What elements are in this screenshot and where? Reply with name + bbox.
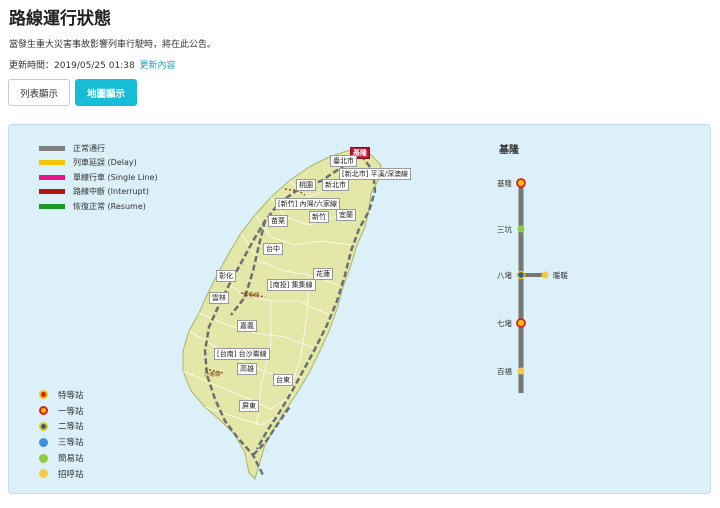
station-marker-badu[interactable]	[516, 270, 526, 280]
legend-swatch-delay	[39, 160, 65, 166]
station-label-keelung[interactable]: 基隆	[497, 178, 512, 189]
status-legend: 正常通行 列車延誤 (Delay) 單線行車 (Single Line) 路線中…	[39, 141, 158, 214]
station-dot-third-icon	[39, 437, 48, 447]
station-marker-qidu[interactable]	[516, 318, 526, 328]
legend-single-line: 單線行車 (Single Line)	[39, 170, 158, 185]
station-class-label: 招呼站	[58, 469, 84, 480]
legend-label: 恢復正常 (Resume)	[73, 201, 146, 211]
map-label-nantou[interactable]: [南投] 集集線	[267, 279, 316, 291]
map-view-button[interactable]: 地圖顯示	[75, 79, 137, 106]
station-dot-special-icon	[39, 390, 48, 400]
station-class-second: 二等站	[39, 419, 84, 435]
map-label-changhua[interactable]: 彰化	[216, 270, 236, 282]
legend-label: 路線中斷 (Interrupt)	[73, 187, 149, 197]
map-panel: 基隆 臺北市 [新北市] 平溪/深澳線 桃園 新北市 [新竹] 內灣/六家線 新…	[8, 124, 711, 494]
station-marker-baifu[interactable]	[517, 367, 525, 375]
update-time-text: 更新時間：2019/05/25 01:38	[9, 61, 135, 71]
station-label-baifu[interactable]: 百福	[497, 366, 512, 377]
update-content-link[interactable]: 更新內容	[140, 61, 176, 71]
legend-swatch-interrupt	[39, 189, 65, 195]
station-dot-flag-icon	[39, 469, 48, 479]
map-label-chiayi[interactable]: 嘉義	[237, 320, 257, 332]
map-label-kaohsiung[interactable]: 高雄	[237, 363, 257, 375]
station-marker-keelung[interactable]	[516, 178, 526, 188]
legend-swatch-normal	[39, 145, 65, 151]
map-label-jiji: 集集線	[243, 293, 260, 299]
map-label-tainan[interactable]: [台南] 台沙崙線	[214, 348, 270, 360]
page-title: 路線運行狀態	[9, 9, 111, 29]
station-class-label: 簡易站	[58, 454, 84, 465]
legend-resume: 恢復正常 (Resume)	[39, 199, 158, 214]
station-label-sankeng[interactable]: 三坑	[497, 224, 512, 235]
legend-interrupt: 路線中斷 (Interrupt)	[39, 185, 158, 200]
station-class-third: 三等站	[39, 434, 84, 450]
station-label-qidu[interactable]: 七堵	[497, 318, 512, 329]
map-label-newtaipei[interactable]: 新北市	[322, 179, 349, 191]
station-class-first: 一等站	[39, 403, 84, 419]
station-marker-nuannuan[interactable]	[541, 271, 549, 279]
station-class-special: 特等站	[39, 387, 84, 403]
station-class-label: 三等站	[58, 438, 84, 449]
legend-normal: 正常通行	[39, 141, 158, 156]
map-label-hsinchu-branch[interactable]: [新竹] 內灣/六家線	[275, 198, 341, 210]
map-label-taipei[interactable]: 臺北市	[330, 155, 357, 167]
map-label-shalun: 沙崙線	[204, 372, 221, 378]
map-label-hualien[interactable]: 花蓮	[313, 268, 333, 280]
station-label-badu[interactable]: 八堵	[497, 270, 512, 281]
station-class-label: 特等站	[58, 390, 84, 401]
legend-delay: 列車延誤 (Delay)	[39, 156, 158, 171]
legend-label: 正常通行	[73, 143, 105, 153]
map-label-yunlin[interactable]: 雲林	[209, 292, 229, 304]
legend-label: 列車延誤 (Delay)	[73, 158, 137, 168]
map-label-newtaipei-branch[interactable]: [新北市] 平溪/深澳線	[339, 168, 412, 180]
map-label-miaoli[interactable]: 苗栗	[268, 215, 288, 227]
line-detail-title: 基隆	[499, 145, 519, 156]
station-marker-sankeng[interactable]	[517, 225, 525, 233]
station-class-label: 一等站	[58, 406, 84, 417]
list-view-button[interactable]: 列表顯示	[8, 79, 70, 106]
legend-swatch-resume	[39, 203, 65, 209]
map-label-taichung[interactable]: 台中	[263, 243, 283, 255]
map-label-taoyuan[interactable]: 桃園	[296, 179, 316, 191]
station-class-flag: 招呼站	[39, 466, 84, 482]
map-label-hsinchu[interactable]: 新竹	[309, 211, 329, 223]
station-dot-simple-icon	[39, 453, 48, 463]
station-label-nuannuan[interactable]: 暖暖	[553, 270, 568, 281]
map-label-yilan[interactable]: 宜蘭	[336, 209, 356, 221]
update-time: 更新時間：2019/05/25 01:38 更新內容	[9, 58, 176, 71]
station-class-legend: 特等站 一等站 二等站 三等站 簡易站 招呼站	[39, 387, 84, 482]
map-label-taitung[interactable]: 台東	[273, 374, 293, 386]
station-dot-first-icon	[39, 406, 48, 416]
station-class-simple: 簡易站	[39, 450, 84, 466]
station-class-label: 二等站	[58, 422, 84, 433]
notice-text: 當發生重大災害事故影響列車行駛時，將在此公告。	[9, 40, 217, 50]
map-label-pingtung[interactable]: 屏東	[239, 400, 259, 412]
station-dot-second-icon	[39, 421, 48, 431]
legend-label: 單線行車 (Single Line)	[73, 172, 158, 182]
legend-swatch-single-line	[39, 174, 65, 180]
